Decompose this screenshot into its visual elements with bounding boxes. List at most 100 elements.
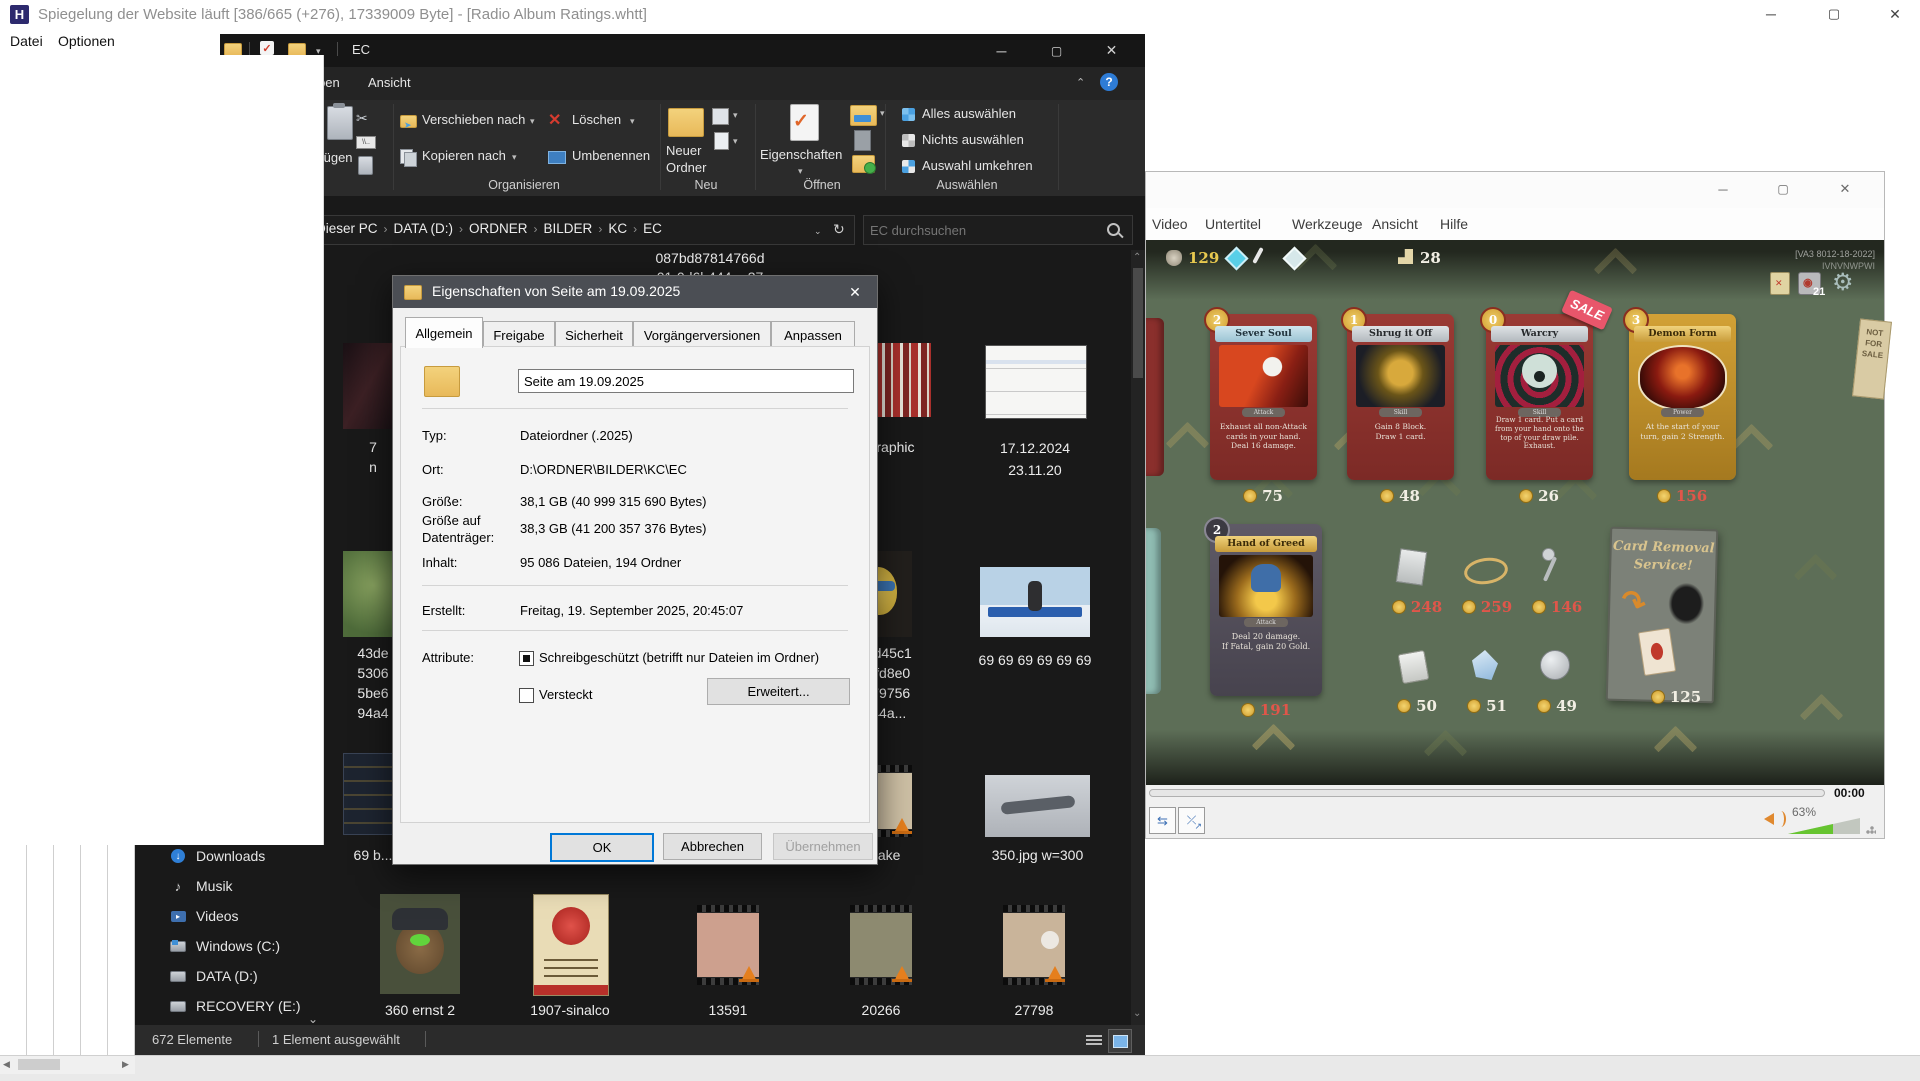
invert-selection-button[interactable]: Auswahl umkehren bbox=[922, 158, 1033, 173]
paste-shortcut-icon[interactable] bbox=[358, 156, 373, 175]
file-thumbnail[interactable] bbox=[850, 905, 912, 985]
vlc-menu-hilfe[interactable]: Hilfe bbox=[1440, 216, 1468, 232]
folder-name-input[interactable] bbox=[518, 369, 854, 393]
address-dropdown-icon[interactable]: ⌄ bbox=[814, 226, 822, 237]
sidebar-item-recovery-e[interactable]: RECOVERY (E:) bbox=[196, 998, 301, 1014]
file-thumbnail[interactable] bbox=[985, 775, 1090, 837]
list-view-icon[interactable] bbox=[1086, 1033, 1102, 1047]
breadcrumb-item[interactable]: BILDER bbox=[544, 221, 593, 236]
scroll-down-icon[interactable]: ⌄ bbox=[1133, 1008, 1141, 1019]
properties-button[interactable]: Eigenschaften bbox=[760, 147, 842, 162]
breadcrumb-item[interactable]: Dieser PC bbox=[316, 221, 378, 236]
vlc-menu-video[interactable]: Video bbox=[1152, 216, 1188, 232]
scroll-right-icon[interactable]: ▶ bbox=[122, 1059, 129, 1070]
breadcrumb-item[interactable]: KC bbox=[608, 221, 627, 236]
file-thumbnail[interactable] bbox=[533, 894, 609, 996]
new-folder-button-line2[interactable]: Ordner bbox=[666, 160, 706, 175]
advanced-button[interactable]: Erweitert... bbox=[707, 678, 850, 705]
tab-ansicht[interactable]: Ansicht bbox=[368, 75, 411, 90]
ribbon-collapse-icon[interactable]: ⌃ bbox=[1076, 76, 1085, 89]
scrollbar-thumb[interactable] bbox=[1133, 268, 1143, 378]
easy-access-icon[interactable] bbox=[714, 132, 729, 150]
tab-allgemein[interactable]: Allgemein bbox=[405, 317, 483, 348]
dialog-close-icon[interactable]: ✕ bbox=[840, 278, 870, 306]
qat-check-icon[interactable]: ✓ bbox=[260, 41, 274, 55]
httrack-minimize-button[interactable]: ─ bbox=[1748, 0, 1794, 28]
file-thumbnail[interactable] bbox=[380, 894, 460, 994]
scroll-left-icon[interactable]: ◀ bbox=[3, 1059, 10, 1070]
hscroll-thumb[interactable] bbox=[18, 1059, 60, 1070]
httrack-hscrollbar[interactable]: ◀ ▶ bbox=[0, 1055, 135, 1074]
volume-icon[interactable] bbox=[1764, 813, 1774, 825]
help-icon[interactable]: ? bbox=[1100, 73, 1118, 91]
httrack-maximize-button[interactable]: ▢ bbox=[1811, 0, 1857, 28]
new-item-caret-icon[interactable]: ▾ bbox=[733, 110, 738, 121]
hidden-checkbox[interactable] bbox=[519, 688, 534, 703]
paste-icon[interactable] bbox=[327, 106, 353, 140]
readonly-checkbox[interactable] bbox=[519, 651, 534, 666]
explorer-close-button[interactable]: ✕ bbox=[1084, 34, 1139, 67]
breadcrumb-item[interactable]: EC bbox=[643, 221, 662, 236]
explorer-maximize-button[interactable]: ▢ bbox=[1029, 34, 1084, 67]
search-icon[interactable] bbox=[1107, 223, 1120, 236]
seekbar[interactable] bbox=[1149, 789, 1825, 797]
file-label[interactable]: 17.12.2024 23.11.20 bbox=[960, 437, 1110, 481]
sidebar-item-data-d[interactable]: DATA (D:) bbox=[196, 968, 258, 984]
breadcrumb-item[interactable]: DATA (D:) bbox=[394, 221, 454, 236]
vlc-menu-ansicht[interactable]: Ansicht bbox=[1372, 216, 1418, 232]
delete-button[interactable]: Löschen bbox=[572, 112, 621, 127]
select-all-button[interactable]: Alles auswählen bbox=[922, 106, 1016, 121]
open-caret-icon[interactable]: ▾ bbox=[880, 108, 885, 119]
tab-vorgaengerversionen[interactable]: Vorgängerversionen bbox=[633, 321, 771, 349]
cancel-button[interactable]: Abbrechen bbox=[663, 833, 762, 860]
sidebar-scroll-icon[interactable]: ⌄ bbox=[308, 1012, 318, 1026]
file-label[interactable]: 360 ernst 2 bbox=[355, 1000, 485, 1020]
tab-anpassen[interactable]: Anpassen bbox=[771, 321, 855, 349]
file-thumbnail[interactable] bbox=[1003, 905, 1065, 985]
file-label[interactable]: 13591 bbox=[680, 1000, 776, 1020]
rename-button[interactable]: Umbenennen bbox=[572, 148, 650, 163]
move-to-button[interactable]: Verschieben nach bbox=[422, 112, 525, 127]
sidebar-item-musik[interactable]: Musik bbox=[196, 878, 233, 894]
tab-freigabe[interactable]: Freigabe bbox=[483, 321, 555, 349]
scroll-up-icon[interactable]: ⌃ bbox=[1133, 252, 1141, 263]
move-to-caret-icon[interactable]: ▾ bbox=[530, 116, 535, 127]
explorer-minimize-button[interactable]: ─ bbox=[974, 34, 1029, 67]
new-folder-button-line1[interactable]: Neuer bbox=[666, 143, 701, 158]
breadcrumb-item[interactable]: ORDNER bbox=[469, 221, 528, 236]
file-thumbnail[interactable] bbox=[980, 567, 1090, 637]
refresh-icon[interactable]: ↻ bbox=[833, 221, 845, 238]
edit-icon[interactable] bbox=[854, 130, 871, 151]
cut-icon[interactable]: ✂ bbox=[356, 110, 368, 127]
sidebar-item-downloads[interactable]: Downloads bbox=[196, 848, 265, 864]
httrack-close-button[interactable]: ✕ bbox=[1872, 0, 1918, 28]
file-label[interactable]: 69 69 69 69 69 69 bbox=[965, 650, 1105, 670]
sidebar-item-videos[interactable]: Videos bbox=[196, 908, 239, 924]
new-item-icon[interactable] bbox=[712, 108, 729, 125]
sidebar-item-windows-c[interactable]: Windows (C:) bbox=[196, 938, 280, 954]
file-label[interactable]: 20266 bbox=[833, 1000, 929, 1020]
easy-access-caret-icon[interactable]: ▾ bbox=[733, 136, 738, 147]
copy-path-icon[interactable]: \\.. bbox=[356, 136, 376, 149]
properties-caret-icon[interactable]: ▾ bbox=[798, 166, 803, 177]
apply-button[interactable]: Übernehmen bbox=[773, 833, 873, 860]
ok-button[interactable]: OK bbox=[550, 833, 654, 862]
vlc-menu-werkzeuge[interactable]: Werkzeuge bbox=[1292, 216, 1363, 232]
file-thumbnail[interactable] bbox=[697, 905, 759, 985]
search-input[interactable] bbox=[868, 219, 1102, 242]
shuffle-button[interactable]: ⤫↗ bbox=[1178, 807, 1205, 834]
menu-datei[interactable]: Datei bbox=[10, 33, 43, 49]
paste-label-fragment[interactable]: fügen bbox=[320, 150, 353, 165]
vlc-menu-untertitel[interactable]: Untertitel bbox=[1205, 216, 1261, 232]
resize-grip-icon[interactable] bbox=[1866, 824, 1876, 834]
copy-to-caret-icon[interactable]: ▾ bbox=[512, 152, 517, 163]
vlc-minimize-button[interactable]: ─ bbox=[1705, 176, 1741, 202]
delete-caret-icon[interactable]: ▾ bbox=[630, 116, 635, 127]
vlc-close-button[interactable]: ✕ bbox=[1827, 176, 1863, 202]
thumbnail-view-icon[interactable] bbox=[1108, 1029, 1132, 1053]
video-surface[interactable] bbox=[1146, 240, 1884, 785]
tab-sicherheit[interactable]: Sicherheit bbox=[555, 321, 633, 349]
vlc-maximize-button[interactable]: ▢ bbox=[1765, 176, 1801, 202]
menu-optionen[interactable]: Optionen bbox=[58, 33, 115, 49]
file-thumbnail[interactable] bbox=[985, 345, 1087, 419]
